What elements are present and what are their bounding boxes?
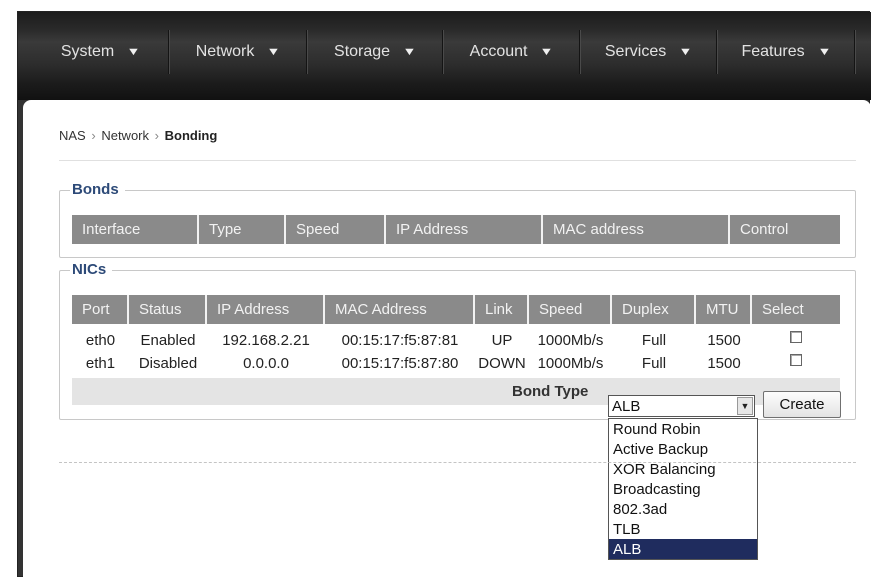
chevron-down-icon: ▼ <box>126 46 141 58</box>
dropdown-option[interactable]: Active Backup <box>609 439 757 459</box>
dashed-divider <box>59 462 856 463</box>
bond-type-value: ALB <box>612 397 641 415</box>
bond-type-label: Bond Type <box>512 383 589 400</box>
column-header: Speed <box>286 215 386 244</box>
column-header: IP Address <box>207 295 325 324</box>
cell-status: Enabled <box>140 331 196 349</box>
nav-menu: System ▼ Network ▼ Storage ▼ Account ▼ S… <box>32 30 871 74</box>
bonds-legend: Bonds <box>70 181 125 198</box>
nav-services[interactable]: Services ▼ <box>580 30 717 74</box>
column-header: Control <box>740 221 789 238</box>
cell-mac: 00:15:17:f5:87:81 <box>341 331 459 349</box>
column-header: MAC Address <box>325 295 475 324</box>
cell-link: UP <box>491 331 513 349</box>
cell-status: Disabled <box>138 354 198 372</box>
cell-port: eth1 <box>85 354 116 372</box>
dropdown-option[interactable]: TLB <box>609 519 757 539</box>
bonds-table-header: Interface Type Speed IP Address MAC addr… <box>72 215 840 244</box>
divider <box>59 160 856 161</box>
create-button[interactable]: Create <box>763 391 841 418</box>
breadcrumb-parent[interactable]: Network <box>101 128 149 143</box>
column-header: IP Address <box>386 215 543 244</box>
top-navigation-bar: System ▼ Network ▼ Storage ▼ Account ▼ S… <box>18 12 871 100</box>
nav-label: System <box>60 43 115 60</box>
select-checkbox[interactable] <box>790 331 802 343</box>
column-header: MTU <box>696 295 752 324</box>
nav-label: Network <box>195 43 255 60</box>
cell-ip: 192.168.2.21 <box>222 331 310 349</box>
nav-features[interactable]: Features ▼ <box>717 30 855 74</box>
triangle-down-icon[interactable]: ▼ <box>737 397 753 415</box>
nav-system[interactable]: System ▼ <box>32 30 169 74</box>
breadcrumb-current: Bonding <box>164 128 218 143</box>
cell-port: eth0 <box>85 331 116 349</box>
column-header: Speed <box>529 295 612 324</box>
table-row: eth0 Enabled 192.168.2.21 00:15:17:f5:87… <box>72 329 840 351</box>
nics-legend: NICs <box>70 261 113 278</box>
dropdown-option[interactable]: Round Robin <box>609 419 757 439</box>
chevron-down-icon: ▼ <box>266 46 281 58</box>
cell-duplex: Full <box>641 331 667 349</box>
dropdown-option[interactable]: 802.3ad <box>609 499 757 519</box>
cell-ip: 0.0.0.0 <box>243 354 289 372</box>
bond-type-select[interactable]: ALB ▼ <box>608 395 755 417</box>
column-header: Status <box>129 295 207 324</box>
column-header: Port <box>72 295 129 324</box>
bond-type-dropdown: Round Robin Active Backup XOR Balancing … <box>608 418 758 560</box>
breadcrumb-root[interactable]: NAS <box>59 128 86 143</box>
bonds-section: Bonds Interface Type Speed IP Address MA… <box>59 181 856 258</box>
chevron-down-icon: ▼ <box>402 46 417 58</box>
main-content: NAS › Network › Bonding Bonds Interface … <box>23 100 871 578</box>
nav-label: Features <box>741 43 805 60</box>
nav-network[interactable]: Network ▼ <box>169 30 307 74</box>
cell-mtu: 1500 <box>707 354 741 372</box>
nav-account[interactable]: Account ▼ <box>443 30 580 74</box>
column-header: Duplex <box>612 295 696 324</box>
cell-select <box>752 352 840 374</box>
chevron-down-icon: ▼ <box>816 46 832 58</box>
nav-storage[interactable]: Storage ▼ <box>307 30 443 74</box>
column-header: Type <box>199 215 286 244</box>
breadcrumb-separator: › <box>91 128 96 143</box>
table-row: eth1 Disabled 0.0.0.0 00:15:17:f5:87:80 … <box>72 352 840 374</box>
cell-speed: 1000Mb/s <box>537 331 604 349</box>
cell-link: DOWN <box>478 354 526 372</box>
chevron-down-icon: ▼ <box>678 46 693 58</box>
cell-select <box>752 329 840 351</box>
column-header: MAC address <box>543 215 730 244</box>
cell-speed: 1000Mb/s <box>537 354 604 372</box>
app-window: System ▼ Network ▼ Storage ▼ Account ▼ S… <box>17 11 871 578</box>
column-header: Interface <box>72 215 199 244</box>
nav-label: Account <box>469 43 528 60</box>
select-checkbox[interactable] <box>790 354 802 366</box>
cell-mtu: 1500 <box>707 331 741 349</box>
nav-label: Storage <box>334 43 391 60</box>
breadcrumb: NAS › Network › Bonding <box>59 128 217 143</box>
cell-mac: 00:15:17:f5:87:80 <box>341 354 459 372</box>
nics-table-header: Port Status IP Address MAC Address Link … <box>72 295 840 324</box>
breadcrumb-separator: › <box>154 128 159 143</box>
dropdown-option[interactable]: Broadcasting <box>609 479 757 499</box>
cell-duplex: Full <box>641 354 667 372</box>
column-header: Link <box>475 295 529 324</box>
column-header: Select <box>762 301 804 318</box>
dropdown-option-selected[interactable]: ALB <box>609 539 757 559</box>
chevron-down-icon: ▼ <box>539 46 554 58</box>
nav-label: Services <box>604 43 667 60</box>
